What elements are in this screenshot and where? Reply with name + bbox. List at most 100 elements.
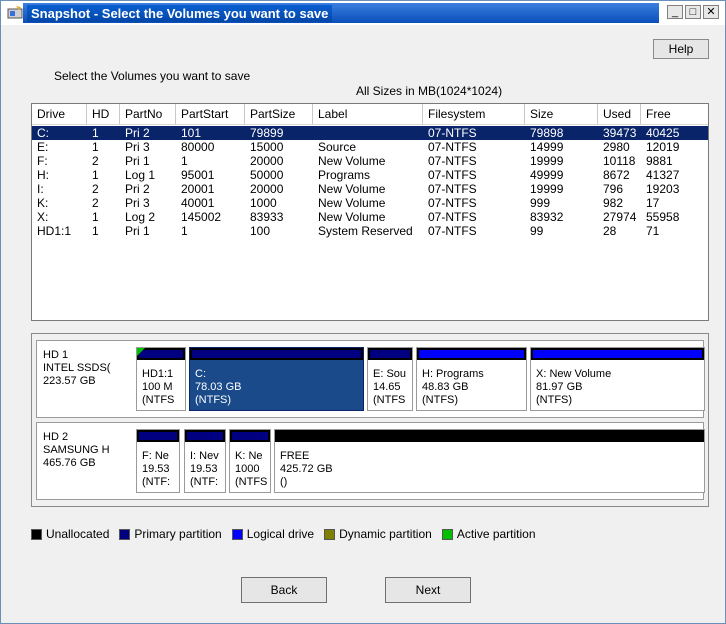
- table-row[interactable]: X: 1 Log 2 145002 83933 New Volume 07-NTFS 8393…: [32, 210, 708, 224]
- table-cell: 20000: [250, 182, 284, 196]
- table-cell: 1: [92, 168, 99, 182]
- volumes-table[interactable]: Drive HD PartNo PartStart PartSize Label Files…: [31, 103, 709, 321]
- table-row[interactable]: I: 2 Pri 2 20001 20000 New Volume 07-NTFS 19999…: [32, 182, 708, 196]
- next-button[interactable]: Next: [385, 577, 471, 603]
- legend-label: Logical drive: [246, 527, 315, 541]
- partition-bar-fill: [139, 350, 183, 358]
- column-header-filesystem[interactable]: Filesystem: [423, 104, 525, 124]
- partition-bar: [275, 430, 704, 442]
- table-row[interactable]: HD1:1 1 Pri 1 1 100 System Reserved 07-NTFS 99 2…: [32, 224, 708, 238]
- help-button[interactable]: Help: [653, 39, 709, 59]
- active-partition-marker: [137, 348, 145, 356]
- partition-text-line: 100 M: [142, 381, 173, 393]
- column-header-label[interactable]: Label: [313, 104, 423, 124]
- table-cell: H:: [37, 168, 49, 182]
- table-cell: Pri 3: [125, 140, 150, 154]
- partition-text-line: HD1:1: [142, 368, 174, 380]
- legend-item: Logical drive: [231, 527, 315, 541]
- table-cell: 83932: [530, 210, 564, 224]
- disk-label-line: HD 1: [43, 349, 69, 361]
- table-cell: Programs: [318, 168, 371, 182]
- partition-block[interactable]: F: Ne 19.53 (NTF:: [136, 429, 180, 493]
- table-cell: 17: [646, 196, 660, 210]
- partition-bar-fill: [533, 350, 702, 358]
- table-row[interactable]: C: 1 Pri 2 101 79899 07-NTFS 79898 39473 40425: [32, 126, 708, 140]
- table-cell: 79898: [530, 126, 564, 140]
- disk-label: HD 2 SAMSUNG H 465.76 GB: [43, 431, 110, 470]
- table-cell: 1: [92, 140, 99, 154]
- partition-text: C: 78.03 GB (NTFS): [195, 368, 241, 407]
- legend-item: Unallocated: [31, 527, 109, 541]
- disk-label-line: HD 2: [43, 431, 69, 443]
- title-bar[interactable]: Snapshot - Select the Volumes you want t…: [1, 1, 725, 25]
- table-cell: Pri 1: [125, 154, 150, 168]
- disk-row-hd1: HD 1 INTEL SSDS(223.57 GB HD1:1 100 M (NTFS C…: [36, 340, 705, 418]
- minimize-button[interactable]: _: [667, 5, 683, 19]
- partition-block[interactable]: C: 78.03 GB (NTFS): [189, 347, 364, 411]
- close-button[interactable]: ✕: [703, 5, 719, 19]
- partition-bar-fill: [370, 350, 410, 358]
- partition-bar: [531, 348, 704, 360]
- partition-block[interactable]: E: Sou 14.65 (NTFS: [367, 347, 413, 411]
- table-cell: 1: [92, 210, 99, 224]
- table-row[interactable]: E: 1 Pri 3 80000 15000 Source 07-NTFS 14999 2980…: [32, 140, 708, 154]
- column-header-free[interactable]: Free: [641, 104, 708, 124]
- partition-block[interactable]: I: Nev 19.53 (NTF:: [184, 429, 226, 493]
- back-button[interactable]: Back: [241, 577, 327, 603]
- column-header-partno[interactable]: PartNo: [120, 104, 176, 124]
- table-cell: Pri 2: [125, 182, 150, 196]
- table-cell: 07-NTFS: [428, 154, 477, 168]
- table-row[interactable]: K: 2 Pri 3 40001 1000 New Volume 07-NTFS 999 982…: [32, 196, 708, 210]
- partition-text-line: (NTFS: [235, 476, 268, 488]
- partition-text: F: Ne 19.53 (NTF:: [142, 450, 170, 489]
- partition-block[interactable]: H: Programs 48.83 GB (NTFS): [416, 347, 527, 411]
- table-cell: 1: [181, 154, 188, 168]
- legend-item: Active partition: [441, 527, 536, 541]
- column-header-used[interactable]: Used: [598, 104, 641, 124]
- table-cell: 20001: [181, 182, 215, 196]
- partition-text-line: H: Programs: [422, 368, 484, 380]
- column-header-partsize[interactable]: PartSize: [245, 104, 313, 124]
- maximize-button[interactable]: □: [685, 5, 701, 19]
- table-cell: 79899: [250, 126, 284, 140]
- partition-text-line: 19.53: [142, 463, 170, 475]
- partition-bar-fill: [192, 350, 361, 358]
- partition-block[interactable]: K: Ne 1000 (NTFS: [229, 429, 271, 493]
- table-cell: 40425: [646, 126, 680, 140]
- partition-text: E: Sou 14.65 (NTFS: [373, 368, 406, 407]
- disk-label-line: 465.76 GB: [43, 457, 96, 469]
- table-cell: 2: [92, 154, 99, 168]
- legend-swatch-icon: [324, 528, 336, 540]
- partition-text-line: F: Ne: [142, 450, 169, 462]
- column-header-drive[interactable]: Drive: [32, 104, 87, 124]
- column-header-partstart[interactable]: PartStart: [176, 104, 245, 124]
- table-row[interactable]: F: 2 Pri 1 1 20000 New Volume 07-NTFS 19999 1011…: [32, 154, 708, 168]
- table-cell: 20000: [250, 154, 284, 168]
- disk-label-line: 223.57 GB: [43, 375, 96, 387]
- partition-text: K: Ne 1000 (NTFS: [235, 450, 267, 489]
- partition-bar: [190, 348, 363, 360]
- column-header-size[interactable]: Size: [525, 104, 598, 124]
- table-cell: 07-NTFS: [428, 126, 477, 140]
- partition-text: FREE 425.72 GB(): [280, 450, 333, 489]
- partition-bar-fill: [139, 432, 177, 440]
- partition-text-line: (NTFS): [422, 394, 459, 406]
- table-cell: 999: [530, 196, 551, 210]
- partition-block[interactable]: X: New Volume 81.97 GB (NTFS): [530, 347, 705, 411]
- table-cell: 07-NTFS: [428, 196, 477, 210]
- table-cell: 99: [530, 224, 544, 238]
- table-cell: 8672: [603, 168, 630, 182]
- table-row[interactable]: H: 1 Log 1 95001 50000 Programs 07-NTFS 49999 86…: [32, 168, 708, 182]
- table-cell: 41327: [646, 168, 680, 182]
- table-cell: K:: [37, 196, 49, 210]
- partition-block[interactable]: FREE 425.72 GB(): [274, 429, 705, 493]
- table-cell: New Volume: [318, 154, 386, 168]
- partition-bar: [137, 430, 179, 442]
- table-cell: Pri 3: [125, 196, 150, 210]
- column-header-hd[interactable]: HD: [87, 104, 120, 124]
- partition-block[interactable]: HD1:1 100 M (NTFS: [136, 347, 186, 411]
- partition-bar-fill: [232, 432, 268, 440]
- legend-swatch-icon: [231, 528, 243, 540]
- table-cell: 07-NTFS: [428, 182, 477, 196]
- disk-label: HD 1 INTEL SSDS(223.57 GB: [43, 349, 110, 388]
